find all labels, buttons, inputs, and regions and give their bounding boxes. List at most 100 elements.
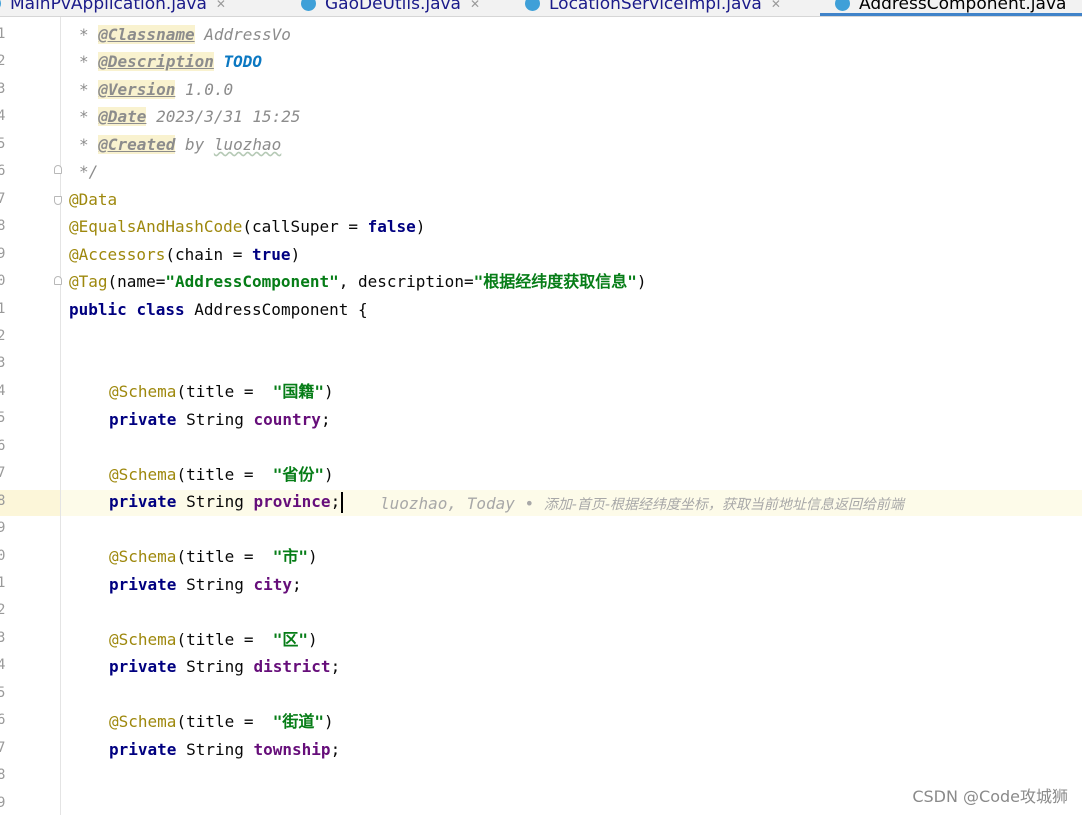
code-line[interactable]: * @Created by luozhao (79, 131, 281, 159)
line-number: 4 (0, 657, 6, 674)
doc-prefix: * (79, 80, 99, 99)
doc-tag: @Description (98, 52, 214, 71)
code-line[interactable]: private String city; (109, 571, 302, 599)
doc-tag: @Classname (98, 25, 195, 44)
line-number: 2 (0, 327, 6, 344)
editor-tab-bar: MainPvApplication.java ✕ GaoDeUtils.java… (0, 0, 1082, 17)
annotation: @Data (69, 190, 118, 209)
code-line[interactable]: * @Date 2023/3/31 15:25 (79, 103, 301, 131)
code-line[interactable]: private String country; (109, 406, 331, 434)
close-icon[interactable]: ✕ (771, 0, 781, 11)
line-number: 8 (0, 767, 6, 784)
line-number: 1 (0, 300, 6, 317)
line-number: 4 (0, 382, 6, 399)
code-line[interactable]: */ (79, 158, 98, 186)
line-number: 3 (0, 629, 6, 646)
doc-end: */ (79, 162, 99, 181)
doc-value: by (175, 135, 214, 154)
code-line[interactable]: @Schema(title = "省份") (109, 461, 334, 489)
tab-mainpvapplication[interactable]: MainPvApplication.java ✕ (0, 0, 226, 16)
string-literal: "AddressComponent" (165, 272, 339, 291)
git-blame-annotation[interactable]: luozhao, Today • 添加-首页-根据经纬度坐标，获取当前地址信息返… (380, 490, 904, 518)
string-literal: "省份" (272, 465, 325, 484)
close-icon[interactable]: ✕ (470, 0, 480, 11)
field-name: province (253, 492, 331, 511)
code-line[interactable]: @Schema(title = "区") (109, 626, 318, 654)
tab-label: AddressComponent.java (859, 0, 1067, 14)
keyword: private (109, 740, 177, 759)
active-tab-indicator (820, 13, 1082, 16)
fold-marker-icon[interactable] (54, 276, 62, 285)
java-class-icon (835, 0, 850, 11)
line-number: 9 (0, 794, 6, 811)
annotation: @Schema (109, 547, 177, 566)
todo-marker: TODO (223, 52, 263, 71)
code-line[interactable]: @Data (69, 186, 117, 214)
doc-tag: @Date (98, 107, 147, 126)
annotation: @EqualsAndHashCode (69, 217, 243, 236)
fold-marker-icon[interactable] (54, 196, 62, 205)
tab-label: LocationServiceImpl.java (549, 0, 762, 14)
class-name: AddressComponent { (184, 300, 368, 319)
string-literal: "根据经纬度获取信息" (473, 272, 637, 291)
code-line[interactable]: @Schema(title = "市") (109, 543, 318, 571)
line-number: 8 (0, 218, 6, 235)
line-number: 7 (0, 739, 6, 756)
fold-marker-icon[interactable] (54, 165, 62, 174)
line-number: 1 (0, 26, 6, 42)
annotation: @Schema (109, 465, 177, 484)
close-icon[interactable]: ✕ (216, 0, 226, 11)
code-line[interactable]: @Schema(title = "国籍") (109, 378, 334, 406)
line-number: 9 (0, 245, 6, 262)
line-number: 7 (0, 465, 6, 482)
code-line[interactable]: * @Classname AddressVo (79, 21, 291, 49)
doc-value: AddressVo (194, 25, 291, 44)
doc-author: luozhao (213, 135, 282, 154)
code-line[interactable]: @Schema(title = "街道") (109, 708, 334, 736)
code-line[interactable]: public class AddressComponent { (69, 296, 368, 324)
keyword: private (109, 410, 177, 429)
doc-prefix: * (79, 135, 99, 154)
doc-value: 1.0.0 (175, 80, 234, 99)
code-line[interactable]: * @Description TODO (79, 48, 262, 76)
line-number: 5 (0, 410, 6, 427)
field-name: district (253, 657, 331, 676)
code-line[interactable]: @Accessors(chain = true) (69, 241, 300, 269)
line-number: 5 (0, 135, 6, 152)
line-number: 4 (0, 108, 6, 125)
line-number: 5 (0, 684, 6, 701)
line-number: 3 (0, 355, 6, 372)
doc-prefix: * (79, 25, 99, 44)
line-number: 0 (0, 547, 6, 564)
tab-gaodeutils[interactable]: GaoDeUtils.java ✕ (301, 0, 480, 16)
code-line[interactable]: * @Version 1.0.0 (79, 76, 233, 104)
field-name: city (253, 575, 293, 594)
tab-locationserviceimpl[interactable]: LocationServiceImpl.java ✕ (525, 0, 781, 16)
code-line[interactable]: private String township; (109, 736, 340, 764)
code-line[interactable]: private String district; (109, 653, 340, 681)
tab-label: GaoDeUtils.java (325, 0, 461, 14)
field-name: township (253, 740, 331, 759)
line-number: 6 (0, 163, 6, 180)
doc-tag: @Version (98, 80, 176, 99)
string-literal: "国籍" (272, 382, 325, 401)
doc-prefix: * (79, 52, 99, 71)
blame-message: 添加-首页-根据经纬度坐标，获取当前地址信息返回给前端 (543, 497, 904, 513)
java-class-icon (301, 0, 316, 11)
string-literal: "街道" (272, 712, 325, 731)
keyword: private (109, 492, 177, 511)
tab-label: MainPvApplication.java (10, 0, 207, 14)
blame-author: luozhao, Today • (380, 494, 544, 513)
code-line-current[interactable]: private String province; (109, 488, 344, 516)
line-number: 2 (0, 53, 6, 70)
code-line[interactable]: @Tag(name="AddressComponent", descriptio… (69, 268, 647, 296)
code-line[interactable]: @EqualsAndHashCode(callSuper = false) (69, 213, 425, 241)
doc-value: 2023/3/31 15:25 (146, 107, 301, 126)
annotation: @Schema (109, 382, 177, 401)
annotation: @Schema (109, 630, 177, 649)
watermark: CSDN @Code攻城狮 (912, 787, 1068, 806)
annotation: @Accessors (69, 245, 166, 264)
doc-tag: @Created (98, 135, 176, 154)
keyword: public (69, 300, 127, 319)
string-literal: "市" (272, 547, 309, 566)
